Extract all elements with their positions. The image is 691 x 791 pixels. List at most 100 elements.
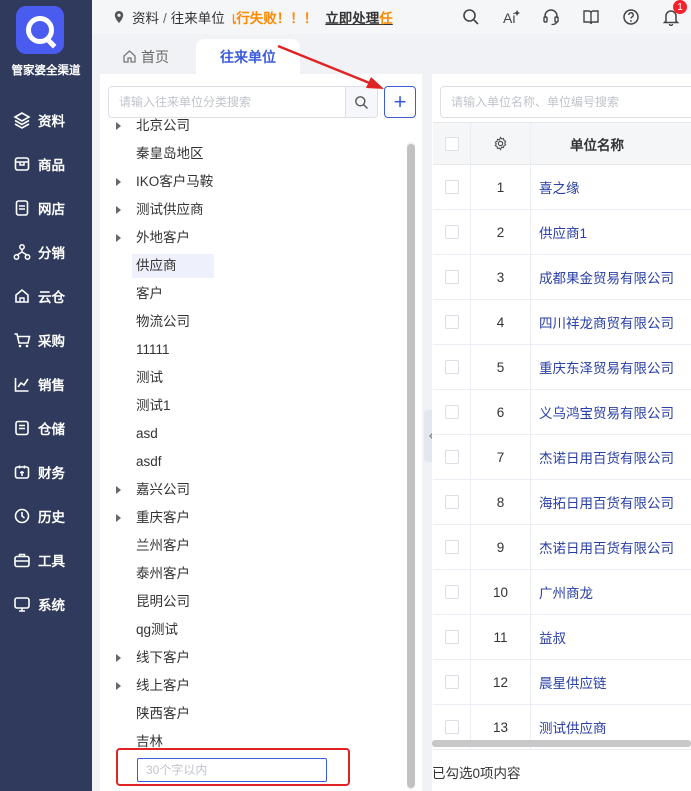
sidebar-item[interactable]: 系统 [0, 582, 92, 626]
search-button[interactable] [451, 0, 491, 34]
table-row[interactable]: 7 杰诺日用百货有限公司 [433, 435, 691, 480]
unit-name-link[interactable]: 海拓日用百货有限公司 [531, 480, 691, 524]
sidebar-item[interactable]: 网店 [0, 186, 92, 230]
tree-item-label: 测试1 [136, 398, 171, 413]
tree-item[interactable]: 重庆客户 [100, 504, 400, 532]
row-checkbox[interactable] [444, 405, 459, 419]
tree-item[interactable]: IKO客户马鞍 [100, 168, 400, 196]
row-checkbox[interactable] [444, 270, 459, 284]
table-row[interactable]: 1 喜之缘 [433, 165, 691, 210]
unit-name-link[interactable]: 供应商1 [531, 210, 691, 254]
sidebar-item[interactable]: 分销 [0, 230, 92, 274]
tab-home[interactable]: 首页 [122, 39, 169, 74]
table-row[interactable]: 3 成都果金贸易有限公司 [433, 255, 691, 300]
tree-item[interactable]: 昆明公司 [100, 588, 400, 616]
tree-item[interactable]: 嘉兴公司 [100, 476, 400, 504]
unit-name-link[interactable]: 义乌鸿宝贸易有限公司 [531, 390, 691, 434]
new-category-input[interactable] [137, 758, 327, 782]
row-checkbox[interactable] [444, 450, 459, 464]
row-checkbox[interactable] [444, 720, 459, 734]
sidebar-item[interactable]: 采购 [0, 318, 92, 362]
tree-item[interactable]: asdf [100, 448, 400, 476]
tree-item[interactable]: 测试 [100, 364, 400, 392]
sidebar-item[interactable]: 销售 [0, 362, 92, 406]
ai-button[interactable]: Ai [491, 0, 531, 34]
row-checkbox[interactable] [444, 495, 459, 509]
caret-right-icon[interactable] [116, 122, 121, 130]
breadcrumb-root[interactable]: 资料 [132, 11, 159, 26]
support-button[interactable] [531, 0, 571, 34]
tree-item[interactable]: 兰州客户 [100, 532, 400, 560]
caret-right-icon[interactable] [116, 514, 121, 522]
sidebar-item[interactable]: 仓储 [0, 406, 92, 450]
tree-item[interactable]: 测试1 [100, 392, 400, 420]
unit-name-link[interactable]: 益叔 [531, 615, 691, 659]
table-row[interactable]: 12 晨星供应链 [433, 660, 691, 705]
column-unit-name[interactable]: 单位名称 [531, 123, 691, 164]
unit-name-link[interactable]: 四川祥龙商贸有限公司 [531, 300, 691, 344]
table-row[interactable]: 10 广州商龙 [433, 570, 691, 615]
sidebar-item[interactable]: 财务 [0, 450, 92, 494]
tree-scrollbar[interactable] [407, 144, 415, 788]
caret-right-icon[interactable] [116, 178, 121, 186]
sidebar-item[interactable]: 商品 [0, 142, 92, 186]
tree-item[interactable]: 北京公司 [100, 112, 400, 140]
column-settings-button[interactable] [471, 123, 531, 164]
unit-search-input[interactable] [441, 87, 691, 117]
table-row[interactable]: 9 杰诺日用百货有限公司 [433, 525, 691, 570]
tree-item[interactable]: 客户 [100, 280, 400, 308]
caret-right-icon[interactable] [116, 654, 121, 662]
tree-item[interactable]: 线上客户 [100, 672, 400, 700]
row-checkbox[interactable] [444, 540, 459, 554]
tree-item[interactable]: 外地客户 [100, 224, 400, 252]
unit-name-link[interactable]: 晨星供应链 [531, 660, 691, 704]
row-checkbox[interactable] [444, 585, 459, 599]
unit-name-link[interactable]: 广州商龙 [531, 570, 691, 614]
row-checkbox[interactable] [444, 225, 459, 239]
table-row[interactable]: 4 四川祥龙商贸有限公司 [433, 300, 691, 345]
app-logo[interactable] [16, 6, 64, 54]
tree-item[interactable]: 供应商 [100, 252, 400, 280]
sidebar-item[interactable]: 云仓 [0, 274, 92, 318]
tree-item[interactable]: qg测试 [100, 616, 400, 644]
handle-now-link[interactable]: 立即处理任 [325, 7, 393, 27]
help-button[interactable] [611, 0, 651, 34]
sidebar-item[interactable]: 历史 [0, 494, 92, 538]
unit-name-link[interactable]: 重庆东泽贸易有限公司 [531, 345, 691, 389]
tree-item[interactable]: 泰州客户 [100, 560, 400, 588]
notification-button[interactable]: 1 [651, 0, 691, 34]
caret-right-icon[interactable] [116, 206, 121, 214]
unit-name-link[interactable]: 杰诺日用百货有限公司 [531, 435, 691, 479]
tree-item[interactable]: asd [100, 420, 400, 448]
tree-item[interactable]: 测试供应商 [100, 196, 400, 224]
sidebar-item-label: 系统 [38, 598, 65, 613]
caret-right-icon[interactable] [116, 486, 121, 494]
sidebar-item[interactable]: 工具 [0, 538, 92, 582]
tab-units[interactable]: 往来单位 [196, 39, 300, 74]
table-row[interactable]: 8 海拓日用百货有限公司 [433, 480, 691, 525]
unit-name-link[interactable]: 杰诺日用百货有限公司 [531, 525, 691, 569]
tree-item[interactable]: 物流公司 [100, 308, 400, 336]
table-row[interactable]: 2 供应商1 [433, 210, 691, 255]
table-horizontal-scrollbar[interactable] [432, 740, 691, 747]
tree-item[interactable]: 11111 [100, 336, 400, 364]
caret-right-icon[interactable] [116, 234, 121, 242]
table-row[interactable]: 5 重庆东泽贸易有限公司 [433, 345, 691, 390]
select-all-checkbox[interactable] [444, 136, 459, 151]
row-checkbox[interactable] [444, 630, 459, 644]
row-checkbox[interactable] [444, 180, 459, 194]
tree-item[interactable]: 线下客户 [100, 644, 400, 672]
row-checkbox[interactable] [444, 315, 459, 329]
table-row[interactable]: 6 义乌鸿宝贸易有限公司 [433, 390, 691, 435]
tree-item[interactable]: 陕西客户 [100, 700, 400, 728]
caret-right-icon[interactable] [116, 682, 121, 690]
unit-name-link[interactable]: 喜之缘 [531, 165, 691, 209]
unit-name-link[interactable]: 成都果金贸易有限公司 [531, 255, 691, 299]
row-checkbox[interactable] [444, 360, 459, 374]
manual-button[interactable] [571, 0, 611, 34]
sidebar-item[interactable]: 资料 [0, 98, 92, 142]
top-bar: 资料 / 往来单位 执行失败！！！ 立即处理任 Ai 1 [92, 0, 691, 34]
table-row[interactable]: 11 益叔 [433, 615, 691, 660]
tree-item[interactable]: 秦皇岛地区 [100, 140, 400, 168]
row-checkbox[interactable] [444, 675, 459, 689]
